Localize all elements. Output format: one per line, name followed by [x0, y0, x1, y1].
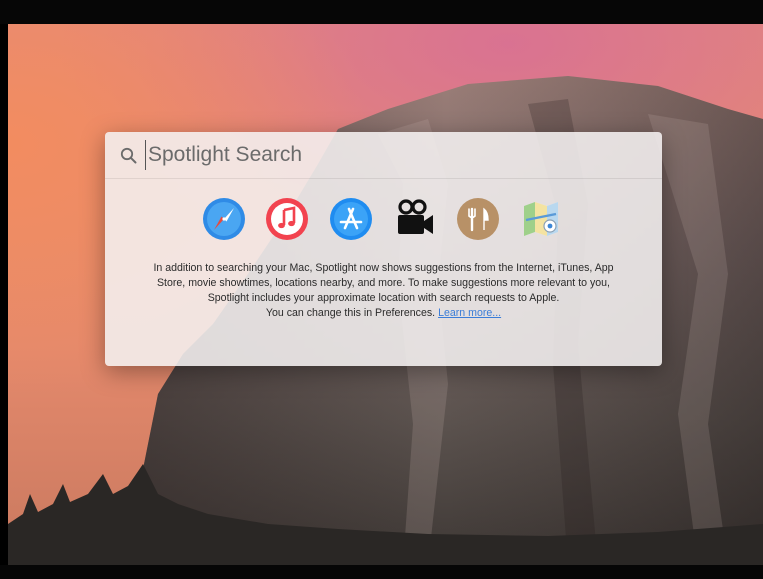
search-icon [120, 147, 137, 164]
letterbox-bottom [0, 565, 763, 579]
spotlight-intro: In addition to searching your Mac, Spotl… [145, 261, 622, 321]
maps-icon[interactable] [518, 196, 564, 242]
preferences-line: You can change this in Preferences. Lear… [145, 306, 622, 321]
restaurants-icon[interactable] [455, 196, 501, 242]
preferences-text: You can change this in Preferences. [265, 307, 436, 319]
spotlight-search-input[interactable] [145, 140, 648, 170]
intro-text: In addition to searching your Mac, Spotl… [153, 262, 614, 304]
app-store-icon[interactable] [328, 196, 374, 242]
suggestion-icons [105, 196, 662, 246]
spotlight-panel: In addition to searching your Mac, Spotl… [105, 132, 662, 366]
safari-icon[interactable] [201, 196, 247, 242]
search-row [105, 132, 662, 178]
search-divider [105, 178, 662, 179]
letterbox-top [0, 0, 763, 24]
itunes-icon[interactable] [264, 196, 310, 242]
desktop-wallpaper: In addition to searching your Mac, Spotl… [8, 24, 763, 565]
learn-more-link[interactable]: Learn more... [438, 307, 501, 319]
movies-icon[interactable] [392, 196, 438, 242]
